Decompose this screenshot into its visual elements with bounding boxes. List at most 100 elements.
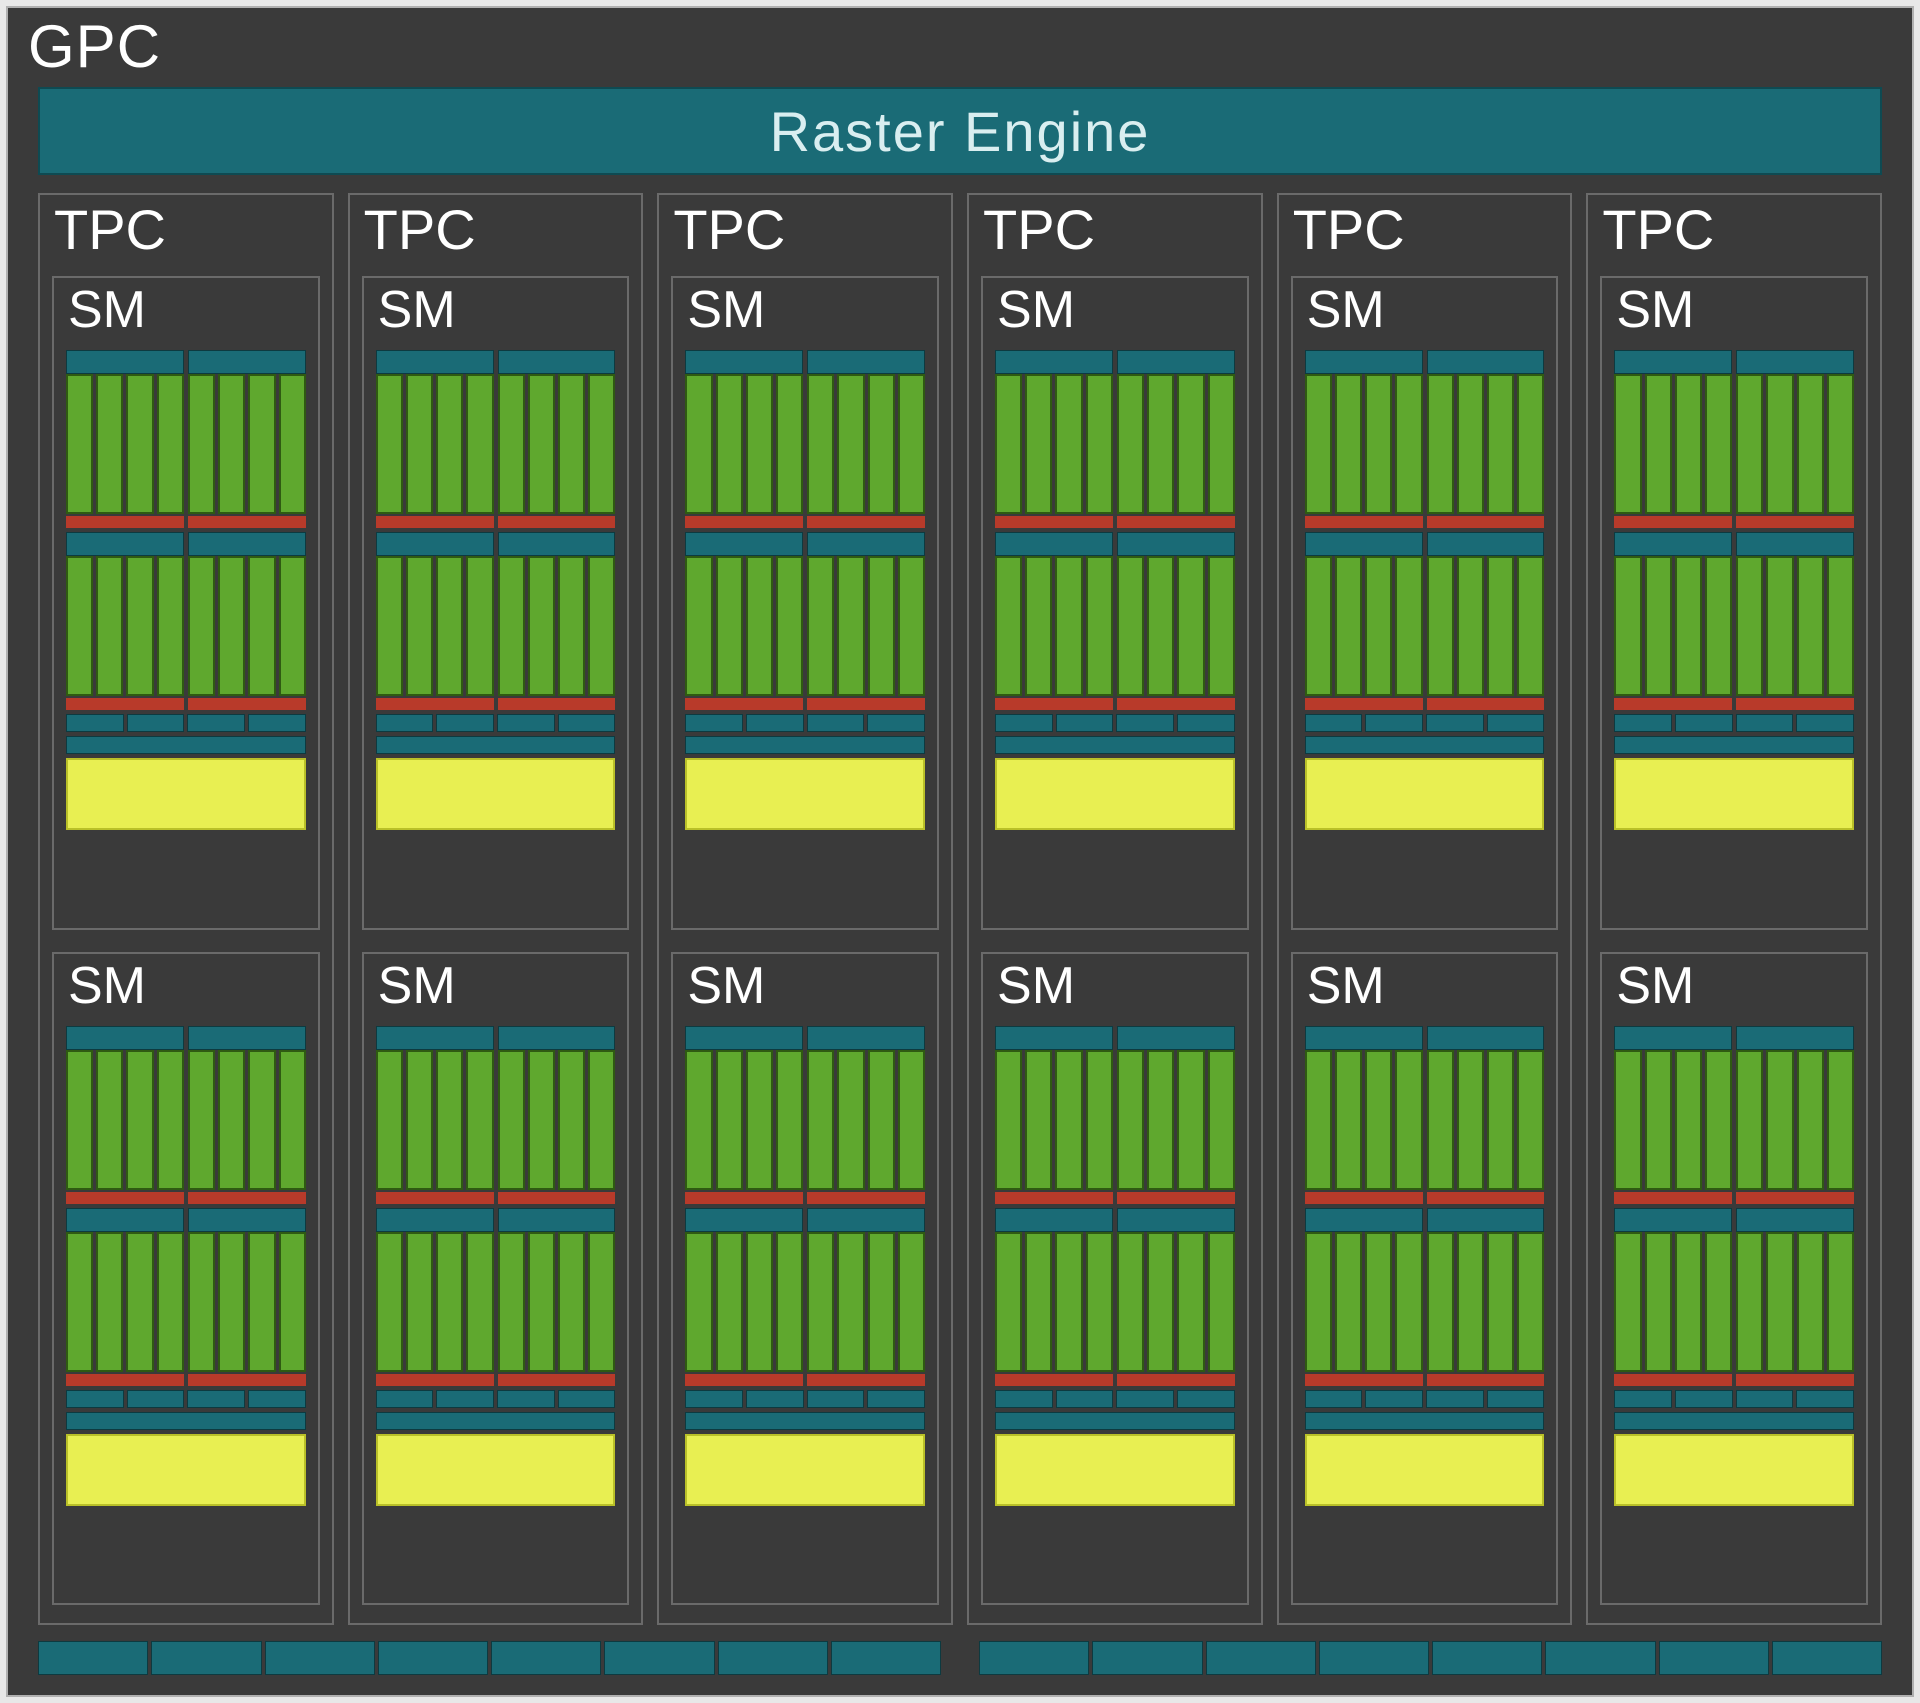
- core-column: [96, 374, 123, 514]
- cache-segment: [127, 714, 185, 732]
- cache-segment: [1675, 714, 1733, 732]
- sm-partition-pair: [995, 1026, 1235, 1204]
- sm-partition-pair: [376, 1208, 616, 1386]
- rop-segment: [1432, 1641, 1542, 1675]
- core-column: [1365, 1050, 1392, 1190]
- cache-segment-row: [1305, 714, 1545, 732]
- shared-memory-block: [376, 758, 616, 830]
- cache-segment: [807, 1390, 865, 1408]
- scheduler-bar: [188, 532, 306, 556]
- sfu-bar: [66, 1374, 184, 1386]
- sm-partition-pair: [995, 532, 1235, 710]
- sm-partition: [66, 1208, 184, 1386]
- cache-segment: [1796, 714, 1854, 732]
- core-column: [1335, 1050, 1362, 1190]
- core-columns: [807, 374, 925, 514]
- core-column: [1335, 556, 1362, 696]
- rop-segment: [1545, 1641, 1655, 1675]
- shared-memory-block: [66, 1434, 306, 1506]
- core-columns: [1427, 1232, 1545, 1372]
- core-column: [218, 1050, 245, 1190]
- scheduler-bar: [1427, 1026, 1545, 1050]
- core-column: [588, 1050, 615, 1190]
- tpc-label: TPC: [673, 197, 939, 262]
- sfu-bar: [1736, 1192, 1854, 1204]
- core-column: [126, 556, 153, 696]
- tpc-label: TPC: [983, 197, 1249, 262]
- shared-memory-block: [685, 758, 925, 830]
- core-columns: [66, 556, 184, 696]
- sm-label: SM: [687, 956, 925, 1016]
- core-column: [1487, 1050, 1514, 1190]
- scheduler-bar: [1305, 1026, 1423, 1050]
- scheduler-bar: [498, 350, 616, 374]
- core-column: [776, 1050, 803, 1190]
- core-column: [1117, 374, 1144, 514]
- cache-segment: [1736, 1390, 1794, 1408]
- core-columns: [1117, 1232, 1235, 1372]
- raster-engine-label: Raster Engine: [770, 99, 1151, 164]
- core-column: [436, 1050, 463, 1190]
- core-column: [1147, 1232, 1174, 1372]
- core-column: [1086, 1232, 1113, 1372]
- sfu-bar: [807, 1374, 925, 1386]
- tpc-block: TPCSMSM: [657, 193, 953, 1625]
- cache-segment: [127, 1390, 185, 1408]
- sm-body: [376, 1026, 616, 1590]
- cache-segment: [867, 714, 925, 732]
- core-columns: [685, 1050, 803, 1190]
- cache-segment: [1177, 1390, 1235, 1408]
- core-column: [1457, 374, 1484, 514]
- tpc-block: TPC SM SM: [967, 193, 1263, 1625]
- core-column: [1797, 1050, 1824, 1190]
- cache-segment: [1116, 1390, 1174, 1408]
- core-column: [807, 374, 834, 514]
- sm-block: SM: [362, 276, 630, 930]
- core-column: [188, 1232, 215, 1372]
- sm-partition: [1427, 532, 1545, 710]
- sm-partition-pair: [685, 1026, 925, 1204]
- core-column: [406, 556, 433, 696]
- core-column: [279, 556, 306, 696]
- core-column: [96, 556, 123, 696]
- core-column: [466, 1232, 493, 1372]
- cache-segment: [1365, 1390, 1423, 1408]
- core-column: [837, 1050, 864, 1190]
- sfu-bar: [1305, 1374, 1423, 1386]
- core-columns: [685, 1232, 803, 1372]
- sm-body: [66, 1026, 306, 1590]
- scheduler-bar: [498, 1208, 616, 1232]
- sm-block: SM: [981, 952, 1249, 1606]
- sm-partition: [66, 532, 184, 710]
- core-columns: [1305, 1050, 1423, 1190]
- sm-partition-pair: [1305, 1208, 1545, 1386]
- rop-segment: [1206, 1641, 1316, 1675]
- core-columns: [685, 556, 803, 696]
- cache-segment: [746, 714, 804, 732]
- sm-label: SM: [378, 280, 616, 340]
- core-column: [1827, 1232, 1854, 1372]
- scheduler-bar: [1614, 532, 1732, 556]
- scheduler-bar: [1614, 350, 1732, 374]
- rop-segment: [1772, 1641, 1882, 1675]
- core-column: [188, 374, 215, 514]
- scheduler-bar: [1736, 1208, 1854, 1232]
- cache-segment-row: [995, 1390, 1235, 1408]
- sm-partition: [1427, 1026, 1545, 1204]
- core-column: [498, 556, 525, 696]
- sfu-bar: [188, 1192, 306, 1204]
- sfu-bar: [1736, 1374, 1854, 1386]
- sm-label: SM: [997, 280, 1235, 340]
- sm-partition-pair: [1305, 532, 1545, 710]
- sm-label: SM: [378, 956, 616, 1016]
- cache-segment: [1305, 1390, 1363, 1408]
- rop-segment: [831, 1641, 941, 1675]
- shared-memory-block: [1305, 1434, 1545, 1506]
- sfu-bar: [1427, 1192, 1545, 1204]
- sfu-bar: [498, 1374, 616, 1386]
- sm-partition: [1117, 1208, 1235, 1386]
- sm-body: [1305, 1026, 1545, 1590]
- core-columns: [1305, 1232, 1423, 1372]
- scheduler-bar: [1736, 532, 1854, 556]
- shared-memory-block: [1305, 758, 1545, 830]
